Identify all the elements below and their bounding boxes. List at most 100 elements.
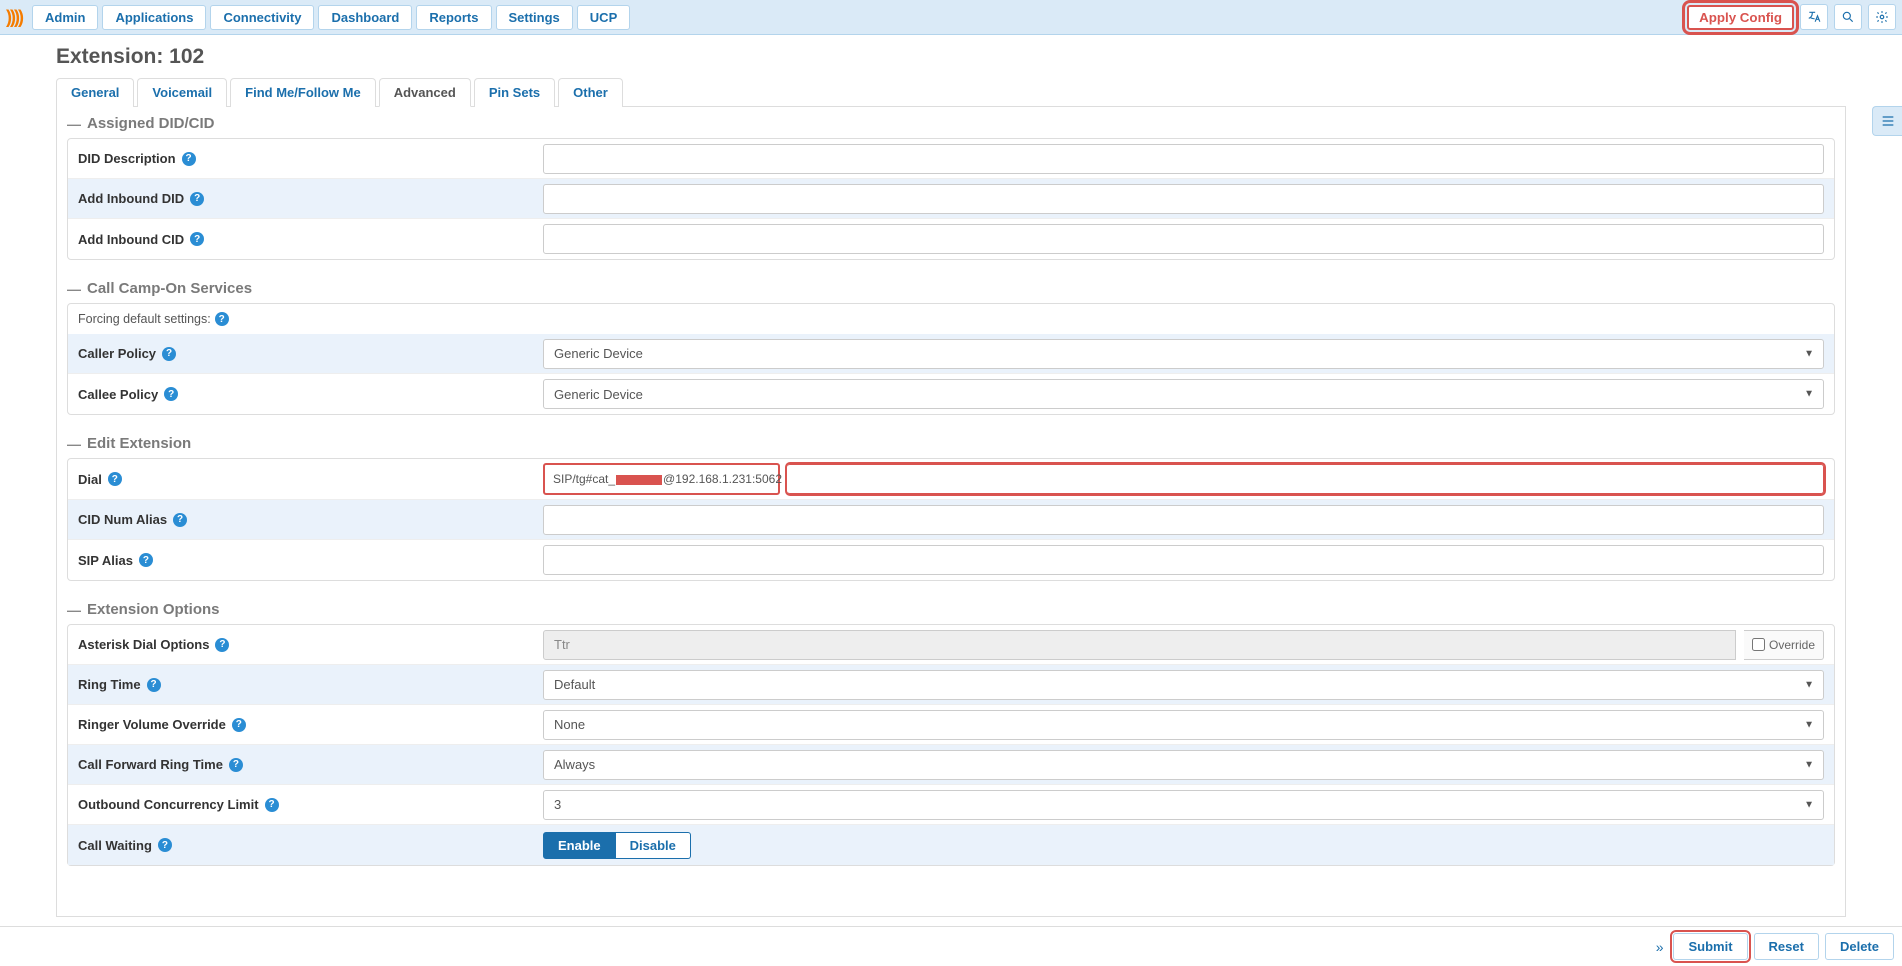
- section-editext-body: Dial ? SIP/tg#cat_@192.168.1.231:5062 CI…: [67, 458, 1835, 581]
- select-outbound-concurrency[interactable]: [543, 790, 1824, 820]
- select-ringer-volume[interactable]: [543, 710, 1824, 740]
- row-ringer-volume: Ringer Volume Override ? ▼: [68, 705, 1834, 745]
- row-outbound-concurrency: Outbound Concurrency Limit ? ▼: [68, 785, 1834, 825]
- select-callee-policy[interactable]: [543, 379, 1824, 409]
- help-icon[interactable]: ?: [147, 678, 161, 692]
- content-tabs: General Voicemail Find Me/Follow Me Adva…: [56, 77, 1846, 107]
- help-icon[interactable]: ?: [190, 192, 204, 206]
- minus-icon: —: [67, 282, 81, 296]
- section-extopts-header[interactable]: — Extension Options: [57, 593, 1845, 624]
- label-text: Outbound Concurrency Limit: [78, 797, 259, 812]
- input-asterisk-dial: [543, 630, 1736, 660]
- help-icon[interactable]: ?: [164, 387, 178, 401]
- content-panel: — Assigned DID/CID DID Description ? Add…: [56, 107, 1846, 917]
- row-cfwd-ring-time: Call Forward Ring Time ? ▼: [68, 745, 1834, 785]
- select-ring-time[interactable]: [543, 670, 1824, 700]
- input-dial-extend[interactable]: [787, 464, 1824, 494]
- override-checkbox-wrap[interactable]: Override: [1744, 630, 1824, 660]
- label-asterisk-dial: Asterisk Dial Options ?: [78, 637, 543, 652]
- help-icon[interactable]: ?: [215, 638, 229, 652]
- label-text: SIP Alias: [78, 553, 133, 568]
- input-add-inbound-cid[interactable]: [543, 224, 1824, 254]
- tab-findme[interactable]: Find Me/Follow Me: [230, 78, 376, 107]
- label-ringer-volume: Ringer Volume Override ?: [78, 717, 543, 732]
- label-caller-policy: Caller Policy ?: [78, 346, 543, 361]
- section-assigned-body: DID Description ? Add Inbound DID ? Add …: [67, 138, 1835, 260]
- minus-icon: —: [67, 117, 81, 131]
- nav-settings[interactable]: Settings: [496, 5, 573, 30]
- list-icon: [1880, 113, 1896, 129]
- help-icon[interactable]: ?: [229, 758, 243, 772]
- nav-ucp[interactable]: UCP: [577, 5, 630, 30]
- label-outbound-concurrency: Outbound Concurrency Limit ?: [78, 797, 543, 812]
- tab-general[interactable]: General: [56, 78, 134, 107]
- label-dial: Dial ?: [78, 472, 543, 487]
- row-ring-time: Ring Time ? ▼: [68, 665, 1834, 705]
- section-campon-title: Call Camp-On Services: [87, 280, 252, 297]
- label-callee-policy: Callee Policy ?: [78, 387, 543, 402]
- translate-icon[interactable]: [1800, 4, 1828, 30]
- help-icon[interactable]: ?: [265, 798, 279, 812]
- row-call-waiting: Call Waiting ? Enable Disable: [68, 825, 1834, 865]
- section-editext-title: Edit Extension: [87, 435, 191, 452]
- search-icon[interactable]: [1834, 4, 1862, 30]
- section-editext-header[interactable]: — Edit Extension: [57, 427, 1845, 458]
- row-callee-policy: Callee Policy ? ▼: [68, 374, 1834, 414]
- help-icon[interactable]: ?: [162, 347, 176, 361]
- label-text: Call Forward Ring Time: [78, 757, 223, 772]
- help-icon[interactable]: ?: [182, 152, 196, 166]
- side-list-toggle[interactable]: [1872, 106, 1902, 136]
- minus-icon: —: [67, 437, 81, 451]
- row-cid-num-alias: CID Num Alias ?: [68, 500, 1834, 540]
- nav-reports[interactable]: Reports: [416, 5, 491, 30]
- nav-dashboard[interactable]: Dashboard: [318, 5, 412, 30]
- label-text: Caller Policy: [78, 346, 156, 361]
- label-did-description: DID Description ?: [78, 151, 543, 166]
- label-ring-time: Ring Time ?: [78, 677, 543, 692]
- label-text: DID Description: [78, 151, 176, 166]
- chevron-right-icon: »: [1652, 939, 1668, 955]
- help-icon[interactable]: ?: [215, 312, 229, 326]
- top-nav: )))) Admin Applications Connectivity Das…: [0, 0, 1902, 35]
- label-text: CID Num Alias: [78, 512, 167, 527]
- tab-voicemail[interactable]: Voicemail: [137, 78, 227, 107]
- override-checkbox[interactable]: [1752, 638, 1765, 651]
- section-assigned-header[interactable]: — Assigned DID/CID: [57, 107, 1845, 138]
- help-icon[interactable]: ?: [173, 513, 187, 527]
- gear-icon[interactable]: [1868, 4, 1896, 30]
- select-caller-policy[interactable]: [543, 339, 1824, 369]
- label-sip-alias: SIP Alias ?: [78, 553, 543, 568]
- call-waiting-toggle: Enable Disable: [543, 832, 691, 859]
- nav-admin[interactable]: Admin: [32, 5, 98, 30]
- section-campon-header[interactable]: — Call Camp-On Services: [57, 272, 1845, 303]
- nav-connectivity[interactable]: Connectivity: [210, 5, 314, 30]
- footer-action-bar: » Submit Reset Delete: [0, 926, 1902, 966]
- tab-advanced[interactable]: Advanced: [379, 78, 471, 107]
- apply-config-button[interactable]: Apply Config: [1687, 5, 1794, 30]
- label-text: Ringer Volume Override: [78, 717, 226, 732]
- help-icon[interactable]: ?: [232, 718, 246, 732]
- help-icon[interactable]: ?: [158, 838, 172, 852]
- top-nav-right: Apply Config: [1687, 4, 1896, 30]
- nav-applications[interactable]: Applications: [102, 5, 206, 30]
- help-icon[interactable]: ?: [108, 472, 122, 486]
- enable-button[interactable]: Enable: [543, 832, 616, 859]
- help-icon[interactable]: ?: [190, 232, 204, 246]
- input-add-inbound-did[interactable]: [543, 184, 1824, 214]
- reset-button[interactable]: Reset: [1754, 933, 1819, 960]
- tab-other[interactable]: Other: [558, 78, 623, 107]
- row-sip-alias: SIP Alias ?: [68, 540, 1834, 580]
- row-add-inbound-did: Add Inbound DID ?: [68, 179, 1834, 219]
- tab-pinsets[interactable]: Pin Sets: [474, 78, 555, 107]
- select-cfwd-ring-time[interactable]: [543, 750, 1824, 780]
- row-asterisk-dial: Asterisk Dial Options ? Override: [68, 625, 1834, 665]
- input-sip-alias[interactable]: [543, 545, 1824, 575]
- disable-button[interactable]: Disable: [616, 832, 691, 859]
- input-cid-num-alias[interactable]: [543, 505, 1824, 535]
- delete-button[interactable]: Delete: [1825, 933, 1894, 960]
- submit-button[interactable]: Submit: [1673, 933, 1747, 960]
- input-did-description[interactable]: [543, 144, 1824, 174]
- help-icon[interactable]: ?: [139, 553, 153, 567]
- section-campon-body: Forcing default settings: ? Caller Polic…: [67, 303, 1835, 415]
- row-did-description: DID Description ?: [68, 139, 1834, 179]
